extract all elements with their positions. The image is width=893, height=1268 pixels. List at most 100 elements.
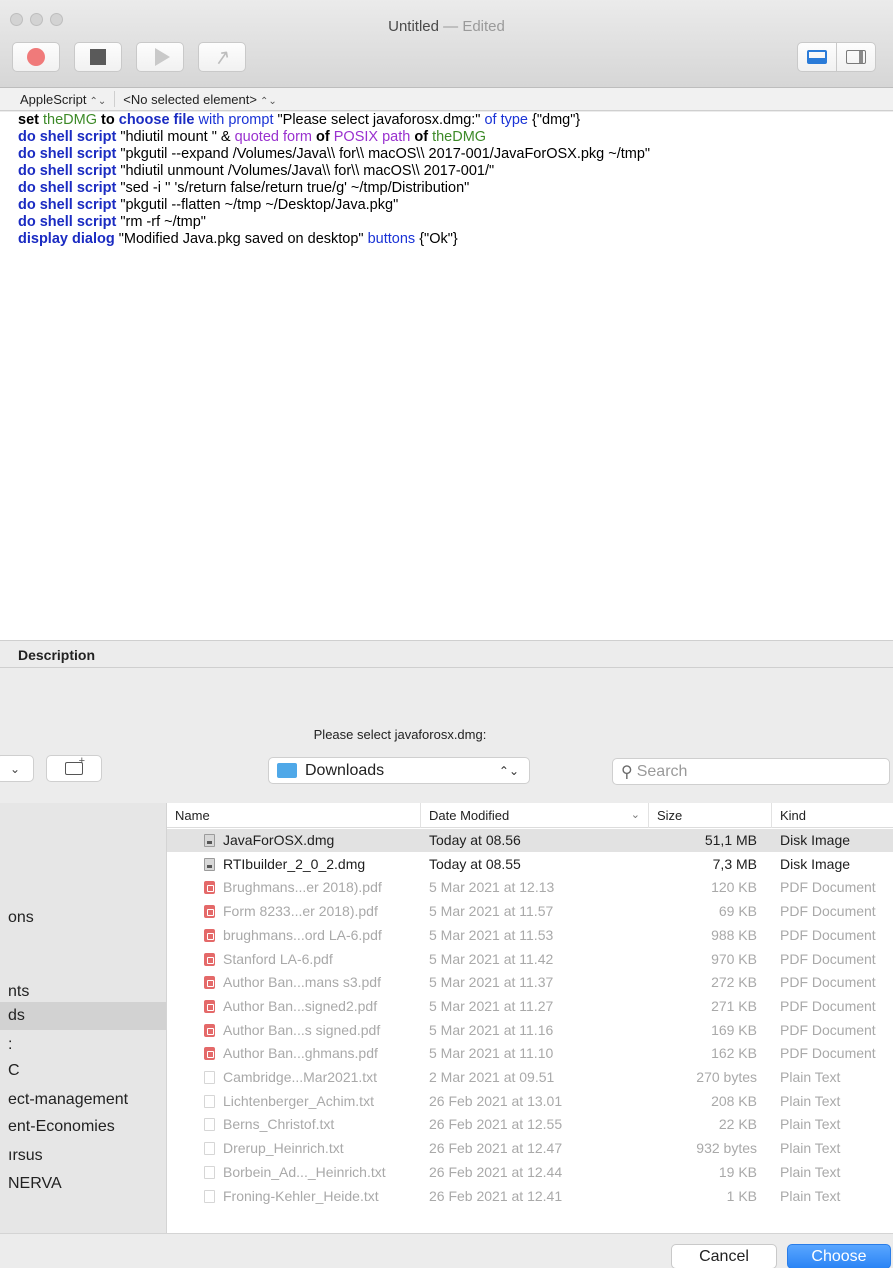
file-name: RTIbuilder_2_0_2.dmg <box>223 855 366 872</box>
sidebar-item[interactable]: ds <box>0 1002 166 1030</box>
sidebar-item[interactable]: ırsus <box>0 1142 166 1170</box>
file-size: 7,3 MB <box>712 855 757 872</box>
sidebar-item[interactable]: ect-management <box>0 1086 166 1114</box>
cancel-button[interactable]: Cancel <box>671 1244 777 1268</box>
script-editor[interactable]: set theDMG to choose file with prompt "P… <box>0 112 893 640</box>
script-line: do shell script "rm -rf ~/tmp" <box>18 214 893 231</box>
run-button[interactable] <box>136 42 184 72</box>
sheet-prompt: Please select javaforosx.dmg: <box>313 727 487 742</box>
file-name: Author Ban...signed2.pdf <box>223 997 378 1014</box>
file-name: Author Ban...ghmans.pdf <box>223 1045 378 1062</box>
file-kind: PDF Document <box>780 879 876 896</box>
file-size: 272 KB <box>711 974 757 991</box>
sidebar-item-label: ırsus <box>8 1147 43 1164</box>
pdf-file-icon <box>204 1023 215 1037</box>
updown-chevron-icon: ⌃⌄ <box>89 95 107 107</box>
search-placeholder: Search <box>636 762 688 780</box>
file-size: 988 KB <box>711 926 757 943</box>
code-token: "rm -rf ~/tmp" <box>116 214 206 230</box>
code-token: of <box>414 129 429 145</box>
file-size: 932 bytes <box>696 1140 757 1157</box>
text-file-icon <box>204 1189 215 1203</box>
script-line: do shell script "sed -i '' 's/return fal… <box>18 180 893 197</box>
file-size: 19 KB <box>718 1163 757 1180</box>
element-popup[interactable]: <No selected element> ⌃⌄ <box>115 92 284 107</box>
description-label: Description <box>18 647 96 663</box>
new-folder-button[interactable] <box>46 755 102 782</box>
file-list: Name Date Modified ⌄ Size Kind JavaForOSX… <box>167 803 893 1233</box>
file-kind: PDF Document <box>780 997 876 1014</box>
code-token: "sed -i '' 's/return false/return true/g… <box>116 180 470 196</box>
window-title: Untitled — Edited <box>0 18 893 35</box>
choose-button[interactable]: Choose <box>787 1244 891 1268</box>
text-file-icon <box>204 1142 215 1156</box>
column-header-date[interactable]: Date Modified ⌄ <box>421 803 649 828</box>
code-token: of <box>316 129 330 145</box>
file-row: Cambridge...Mar2021.txt 2 Mar 2021 at 09.… <box>167 1066 893 1089</box>
downloads-folder-icon <box>277 763 297 778</box>
stop-button[interactable] <box>74 42 122 72</box>
sidebar-item[interactable]: : <box>0 1031 166 1059</box>
file-date: 5 Mar 2021 at 11.42 <box>429 950 554 967</box>
file-row: Berns_Christof.txt 26 Feb 2021 at 12.55 22… <box>167 1113 893 1136</box>
compile-button[interactable]: ↗ <box>198 42 246 72</box>
sidebar-item-label: ect-management <box>8 1091 129 1108</box>
file-kind: Plain Text <box>780 1069 841 1085</box>
sidebar-item-label: nts <box>8 983 30 1000</box>
column-header-name[interactable]: Name <box>167 803 421 828</box>
file-name: Form 8233...er 2018).pdf <box>223 903 378 920</box>
file-row: Author Ban...ghmans.pdf 5 Mar 2021 at 11.… <box>167 1042 893 1065</box>
file-kind: Plain Text <box>780 1140 841 1157</box>
column-header-size[interactable]: Size <box>649 803 772 828</box>
disk-image-icon <box>204 834 215 847</box>
description-field[interactable] <box>0 668 893 708</box>
code-token: do shell script <box>18 214 117 230</box>
file-row[interactable]: RTIbuilder_2_0_2.dmg Today at 08.55 7,3 MB… <box>167 853 893 876</box>
file-size: 970 KB <box>711 950 757 967</box>
language-popup[interactable]: AppleScript ⌃⌄ <box>0 92 114 107</box>
hammer-icon: ↗ <box>211 45 233 70</box>
file-row: Author Ban...signed2.pdf 5 Mar 2021 at 11… <box>167 995 893 1018</box>
sidebar-item[interactable]: ons <box>0 904 166 932</box>
file-name: Stanford LA-6.pdf <box>223 950 333 967</box>
file-kind: PDF Document <box>780 926 876 943</box>
show-bundle-pane-button[interactable] <box>836 42 876 72</box>
pdf-file-icon <box>204 999 215 1013</box>
location-label: Downloads <box>305 761 385 779</box>
search-field[interactable]: ⚲ Search <box>612 758 890 785</box>
view-options-popup[interactable]: ⌄ <box>0 755 34 782</box>
file-size: 22 KB <box>718 1116 757 1133</box>
file-size: 120 KB <box>711 879 757 896</box>
sidebar-item[interactable]: ent-Economies <box>0 1113 166 1141</box>
sidebar-item-label: ent-Economies <box>8 1118 115 1135</box>
file-kind: Plain Text <box>780 1163 841 1180</box>
show-log-pane-button[interactable] <box>797 42 837 72</box>
file-row[interactable]: JavaForOSX.dmg Today at 08.56 51,1 MB Disk … <box>167 829 893 852</box>
chevron-down-icon: ⌄ <box>9 761 21 776</box>
file-kind: Plain Text <box>780 1187 841 1204</box>
column-kind-label: Kind <box>780 808 807 823</box>
file-size: 162 KB <box>711 1045 757 1062</box>
file-kind: PDF Document <box>780 903 876 920</box>
sheet-footer: Cancel Choose <box>0 1233 893 1268</box>
pdf-file-icon <box>204 952 215 966</box>
file-name: Drerup_Heinrich.txt <box>223 1140 344 1157</box>
file-date: 5 Mar 2021 at 11.16 <box>429 1021 554 1038</box>
column-name-label: Name <box>175 808 210 823</box>
record-button[interactable] <box>12 42 60 72</box>
code-token: POSIX path <box>333 129 411 145</box>
code-token: theDMG <box>432 129 487 145</box>
code-token: display dialog <box>18 231 115 247</box>
file-row: Froning-Kehler_Heide.txt 26 Feb 2021 at 1… <box>167 1185 893 1208</box>
file-kind: PDF Document <box>780 974 876 991</box>
column-header-kind[interactable]: Kind <box>772 803 893 828</box>
code-token: "hdiutil mount " & <box>116 129 235 145</box>
file-size: 1 KB <box>726 1187 757 1204</box>
sidebar-item[interactable]: NERVA <box>0 1170 166 1198</box>
sidebar-item[interactable]: C <box>0 1057 166 1085</box>
location-popup[interactable]: Downloads ⌃⌄ <box>268 757 530 784</box>
file-kind: Disk Image <box>780 832 851 848</box>
script-line: do shell script "hdiutil mount " & quote… <box>18 129 893 146</box>
file-row: Stanford LA-6.pdf 5 Mar 2021 at 11.42 970 … <box>167 948 893 971</box>
file-date: 26 Feb 2021 at 12.44 <box>429 1163 563 1180</box>
